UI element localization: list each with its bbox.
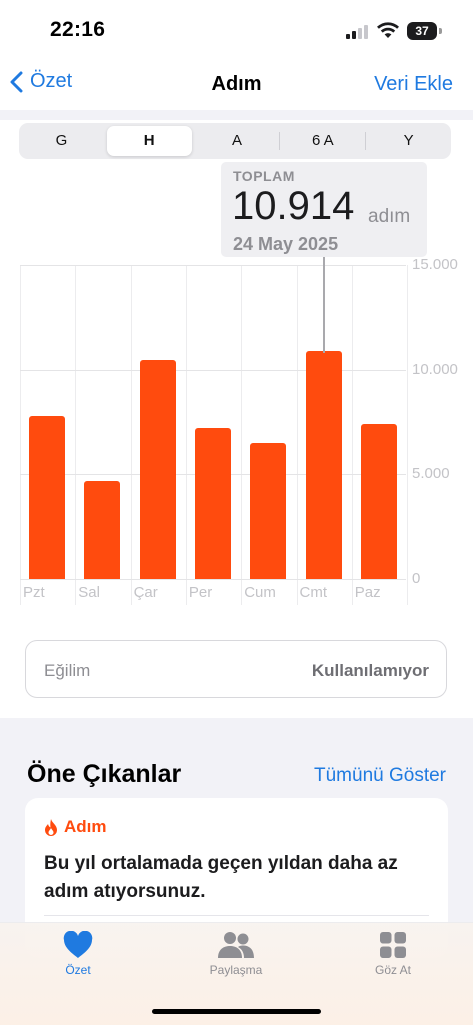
segment-week[interactable]: H (106, 126, 192, 156)
chart-vgrid-line (185, 265, 187, 605)
x-tick-label: Paz (354, 584, 381, 601)
bar-4[interactable] (194, 428, 231, 579)
bar-5[interactable] (250, 442, 287, 579)
time-range-segmented-control: G H A 6 A Y (19, 123, 451, 159)
tab-browse[interactable]: Göz At (363, 931, 423, 977)
chart-vgrid-line (407, 265, 409, 605)
battery-icon: 37 (407, 22, 437, 40)
chart-hgrid-line (20, 369, 406, 371)
segment-day[interactable]: G (19, 123, 104, 159)
battery-tip (439, 28, 442, 34)
trend-label: Eğilim (44, 661, 91, 680)
x-tick-label: Per (188, 584, 213, 601)
tooltip-date: 24 May 2025 (233, 234, 339, 254)
people-icon (218, 932, 254, 958)
total-tooltip: TOPLAM 10.914 adım 24 May 2025 (221, 162, 427, 257)
segment-six-months[interactable]: 6 A (280, 123, 365, 159)
chart-vgrid-line (296, 265, 298, 605)
bar-2[interactable] (84, 480, 121, 579)
highlights-title: Öne Çıkanlar (27, 760, 182, 788)
tab-summary[interactable]: Özet (48, 931, 108, 977)
home-indicator (152, 1009, 321, 1014)
cellular-signal-icon (346, 24, 370, 39)
status-bar: 22:16 37 (0, 0, 473, 60)
chart-vgrid-line (241, 265, 243, 605)
flame-icon (45, 818, 57, 836)
navigation-bar: Özet Adım Veri Ekle (0, 60, 473, 110)
trend-row[interactable]: Eğilim Kullanılamıyor (25, 640, 447, 698)
wifi-icon (377, 22, 399, 38)
x-tick-label: Cum (244, 584, 276, 601)
bar-6[interactable] (305, 350, 342, 579)
show-all-link[interactable]: Tümünü Göster (314, 765, 446, 787)
tooltip-value: 10.914 (232, 184, 355, 228)
y-tick-label: 10.000 (412, 360, 458, 378)
selection-indicator-line (323, 257, 325, 353)
highlight-card-header: Adım (43, 817, 107, 837)
card-divider (44, 915, 429, 916)
highlight-text: Bu yıl ortalamada geçen yıldan daha az a… (44, 853, 398, 902)
y-tick-label: 5.000 (412, 465, 450, 483)
tab-sharing-label: Paylaşma (209, 963, 263, 977)
chart-hgrid-line (20, 265, 406, 266)
bar-3[interactable] (139, 360, 176, 579)
bar-1[interactable] (29, 415, 65, 579)
add-data-button[interactable]: Veri Ekle (374, 73, 453, 96)
heart-icon (63, 931, 93, 958)
chart-vgrid-line (20, 265, 21, 605)
tooltip-label: TOPLAM (233, 168, 295, 184)
x-tick-label: Pzt (23, 584, 45, 601)
chart-hgrid-line (20, 579, 406, 580)
tooltip-unit: adım (368, 206, 411, 227)
header-divider-band (0, 110, 473, 120)
grid-icon (380, 932, 406, 958)
status-time: 22:16 (50, 18, 106, 41)
y-tick-label: 15.000 (412, 256, 458, 273)
bar-7[interactable] (360, 424, 397, 579)
segment-month[interactable]: A (195, 123, 280, 159)
x-tick-label: Sal (78, 584, 100, 601)
x-tick-label: Cmt (299, 584, 328, 601)
y-tick-label: 0 (412, 570, 421, 587)
chart-vgrid-line (130, 265, 132, 605)
segment-year[interactable]: Y (366, 123, 451, 159)
highlight-category: Adım (64, 817, 107, 836)
tab-sharing[interactable]: Paylaşma (196, 931, 276, 977)
chart-vgrid-line (351, 265, 353, 605)
x-tick-label: Çar (133, 584, 158, 601)
tab-summary-label: Özet (65, 963, 91, 977)
tab-browse-label: Göz At (374, 963, 412, 977)
chart-vgrid-line (75, 265, 77, 605)
trend-value: Kullanılamıyor (311, 661, 429, 680)
